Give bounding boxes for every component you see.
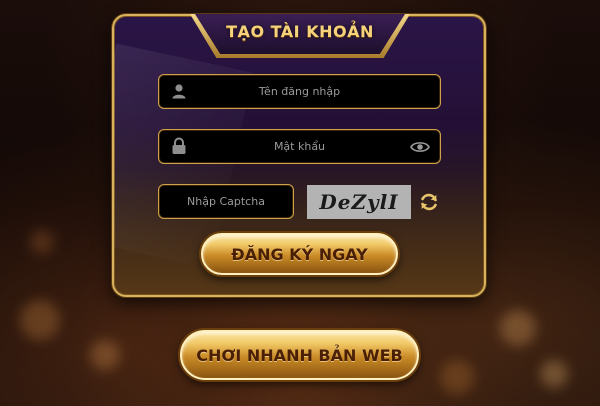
bokeh-light — [20, 300, 60, 340]
lock-icon — [171, 137, 187, 159]
bokeh-light — [30, 230, 54, 254]
password-placeholder: Mật khẩu — [273, 140, 326, 153]
eye-icon[interactable] — [410, 139, 430, 158]
register-button[interactable]: ĐĂNG KÝ NGAY — [201, 233, 398, 275]
password-field[interactable]: Mật khẩu — [158, 129, 441, 164]
captcha-image: DeZylI — [307, 185, 411, 219]
bokeh-light — [540, 360, 568, 388]
captcha-input[interactable]: Nhập Captcha — [158, 184, 294, 219]
bokeh-light — [90, 340, 120, 370]
username-placeholder: Tên đăng nhập — [258, 85, 341, 98]
user-icon — [171, 83, 187, 103]
bokeh-light — [500, 310, 536, 346]
refresh-icon[interactable] — [419, 192, 439, 216]
username-field[interactable]: Tên đăng nhập — [158, 74, 441, 109]
play-web-button[interactable]: CHƠI NHANH BẢN WEB — [180, 330, 419, 380]
captcha-placeholder: Nhập Captcha — [187, 195, 265, 208]
bokeh-light — [440, 360, 474, 394]
panel-title: TẠO TÀI KHOẢN — [226, 22, 374, 41]
